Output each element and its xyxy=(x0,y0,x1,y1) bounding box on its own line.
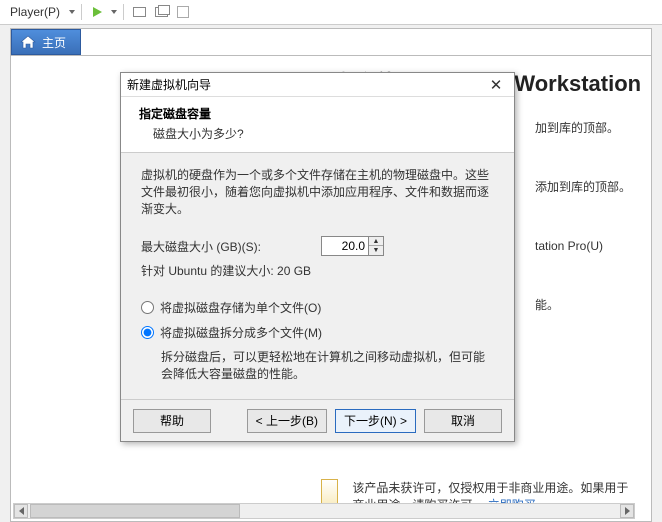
radio-split-files[interactable] xyxy=(141,326,154,339)
bg-line: tation Pro(U) xyxy=(535,234,631,258)
home-icon xyxy=(20,35,36,49)
scroll-right-button[interactable] xyxy=(620,504,634,518)
tab-bar: 主页 xyxy=(11,29,651,55)
help-button[interactable]: 帮助 xyxy=(133,409,211,433)
toolbar-separator xyxy=(81,4,82,20)
background-text: 加到库的顶部。 添加到库的顶部。 tation Pro(U) 能。 xyxy=(535,116,631,352)
chevron-left-icon xyxy=(19,507,24,515)
play-icon xyxy=(93,7,102,17)
dialog-header-title: 指定磁盘容量 xyxy=(139,105,496,122)
recommended-size-label: 针对 Ubuntu 的建议大小: 20 GB xyxy=(141,262,494,279)
window-icon xyxy=(133,7,146,17)
next-button[interactable]: 下一步(N) > xyxy=(335,409,416,433)
disk-size-spinner: ▲ ▼ xyxy=(321,236,384,256)
player-menu[interactable]: Player(P) xyxy=(6,4,64,20)
horizontal-scrollbar[interactable] xyxy=(13,503,635,519)
disk-size-input[interactable] xyxy=(321,236,369,256)
dialog-header-sub: 磁盘大小为多少? xyxy=(139,122,496,142)
chevron-right-icon xyxy=(625,507,630,515)
spinner-up-button[interactable]: ▲ xyxy=(369,237,383,246)
app-toolbar: Player(P) xyxy=(0,0,662,25)
toolbar-button-3[interactable] xyxy=(174,3,192,21)
dialog-header: 指定磁盘容量 磁盘大小为多少? xyxy=(121,97,514,153)
bg-line: 能。 xyxy=(535,293,631,317)
toolbar-button-1[interactable] xyxy=(130,3,148,21)
dialog-body: 虚拟机的硬盘作为一个或多个文件存储在主机的物理磁盘中。这些文件最初很小，随着您向… xyxy=(121,153,514,399)
play-button[interactable] xyxy=(88,3,106,21)
bg-line: 添加到库的顶部。 xyxy=(535,175,631,199)
dialog-title-bar[interactable]: 新建虚拟机向导 ✕ xyxy=(121,73,514,97)
home-tab-label: 主页 xyxy=(42,34,66,51)
scroll-left-button[interactable] xyxy=(14,504,28,518)
back-button[interactable]: < 上一步(B) xyxy=(247,409,327,433)
split-note: 拆分磁盘后，可以更轻松地在计算机之间移动虚拟机，但可能会降低大容量磁盘的性能。 xyxy=(141,349,494,383)
player-menu-dropdown-icon[interactable] xyxy=(69,10,75,14)
unity-icon xyxy=(177,6,189,18)
close-icon: ✕ xyxy=(490,76,503,94)
dialog-close-button[interactable]: ✕ xyxy=(484,76,508,94)
dialog-description: 虚拟机的硬盘作为一个或多个文件存储在主机的物理磁盘中。这些文件最初很小，随着您向… xyxy=(141,167,494,218)
toolbar-separator xyxy=(123,4,124,20)
radio-split-files-label: 将虚拟磁盘拆分成多个文件(M) xyxy=(160,324,322,341)
toolbar-button-2[interactable] xyxy=(152,3,170,21)
home-tab[interactable]: 主页 xyxy=(11,29,81,55)
new-vm-wizard-dialog: 新建虚拟机向导 ✕ 指定磁盘容量 磁盘大小为多少? 虚拟机的硬盘作为一个或多个文… xyxy=(120,72,515,442)
dialog-footer: 帮助 < 上一步(B) 下一步(N) > 取消 xyxy=(121,399,514,441)
spinner-down-button[interactable]: ▼ xyxy=(369,246,383,255)
disk-size-label: 最大磁盘大小 (GB)(S): xyxy=(141,238,311,255)
radio-single-file-label: 将虚拟磁盘存储为单个文件(O) xyxy=(160,299,321,316)
scroll-thumb[interactable] xyxy=(30,504,240,518)
radio-single-file[interactable] xyxy=(141,301,154,314)
play-dropdown-icon[interactable] xyxy=(111,10,117,14)
fullscreen-icon xyxy=(155,7,168,17)
dialog-title: 新建虚拟机向导 xyxy=(127,76,211,93)
bg-line: 加到库的顶部。 xyxy=(535,116,631,140)
cancel-button[interactable]: 取消 xyxy=(424,409,502,433)
